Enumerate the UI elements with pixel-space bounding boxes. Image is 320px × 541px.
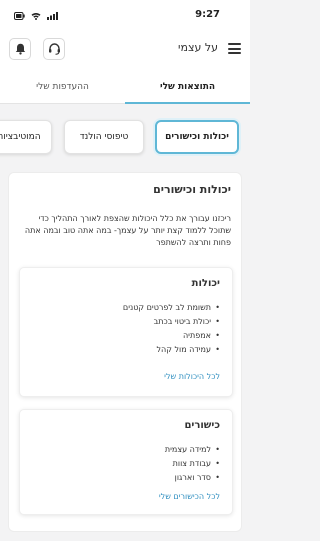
hamburger-icon[interactable]	[228, 43, 241, 54]
abilities-list: תשומת לב לפרטים קטנים יכולת ביטוי בכתב א…	[30, 301, 220, 357]
chip-motivations[interactable]: המוטיבציות	[0, 120, 52, 154]
bell-icon	[15, 40, 26, 59]
tab-my-results[interactable]: התוצאות שלי	[125, 70, 250, 104]
all-skills-link[interactable]: לכל הכישורים שלי	[159, 492, 220, 501]
tab-bar: ההעדפות שלי התוצאות שלי	[0, 70, 250, 104]
skills-title: כישורים	[184, 420, 220, 431]
category-chips: המוטיבציות טיפוסי הולנד יכולות וכישורים	[0, 116, 250, 160]
app-header: על עצמי	[0, 30, 250, 70]
skills-card: כישורים למידה עצמית עבודת צוות סדר וארגו…	[19, 409, 233, 515]
list-item: תשומת לב לפרטים קטנים	[30, 301, 220, 315]
wifi-icon	[31, 12, 41, 20]
abilities-skills-panel: יכולות וכישורים ריכזנו עבורך את כלל היכו…	[8, 172, 242, 532]
status-icons	[14, 11, 58, 21]
list-item: סדר וארגון	[30, 471, 220, 485]
chip-abilities-skills[interactable]: יכולות וכישורים	[155, 120, 239, 154]
list-item: יכולת ביטוי בכתב	[30, 315, 220, 329]
chip-holland-types[interactable]: טיפוסי הולנד	[64, 120, 144, 154]
abilities-title: יכולות	[191, 278, 220, 289]
signal-icon	[47, 12, 58, 20]
battery-icon	[14, 12, 25, 20]
page-title: על עצמי	[178, 41, 218, 54]
panel-description: ריכזנו עבורך את כלל היכולות שהצפת לאורך …	[24, 214, 231, 247]
list-item: עבודת צוות	[30, 457, 220, 471]
list-item: למידה עצמית	[30, 443, 220, 457]
list-item: עמידה מול קהל	[30, 343, 220, 357]
tab-my-preferences[interactable]: ההעדפות שלי	[0, 70, 125, 104]
abilities-card: יכולות תשומת לב לפרטים קטנים יכולת ביטוי…	[19, 267, 233, 397]
notifications-button[interactable]	[9, 38, 31, 60]
panel-title: יכולות וכישורים	[153, 183, 231, 196]
headset-icon	[48, 40, 61, 59]
list-item: אמפתיה	[30, 329, 220, 343]
status-bar: 9:27	[0, 0, 250, 30]
support-button[interactable]	[43, 38, 65, 60]
skills-list: למידה עצמית עבודת צוות סדר וארגון	[30, 443, 220, 485]
all-abilities-link[interactable]: לכל היכולות שלי	[164, 372, 220, 381]
active-tab-indicator	[125, 102, 250, 104]
status-time: 9:27	[195, 9, 220, 20]
